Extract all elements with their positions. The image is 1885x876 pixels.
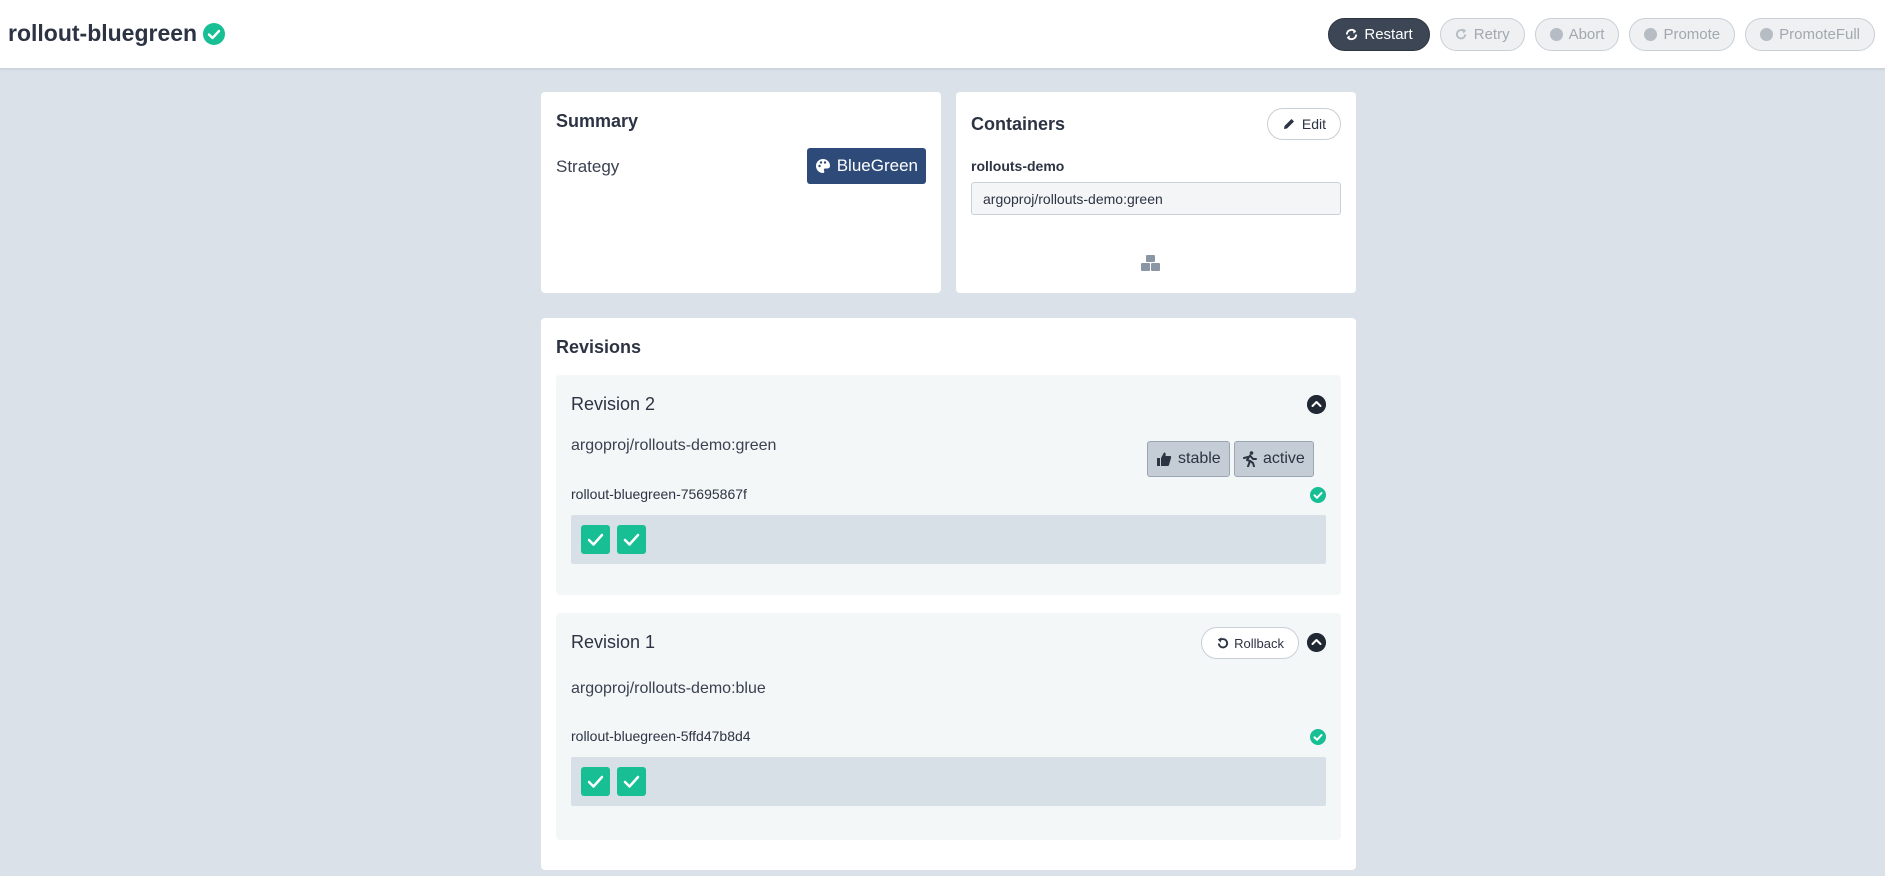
healthy-status-icon: [1310, 729, 1326, 745]
revision-image: argoproj/rollouts-demo:blue: [571, 680, 766, 697]
revision-item: Revision 2 argoproj/rollouts-demo:green …: [556, 375, 1341, 595]
page-title: rollout-bluegreen: [8, 20, 226, 47]
replicaset-name: rollout-bluegreen-75695867f: [571, 486, 747, 502]
pod-status[interactable]: [581, 525, 610, 554]
thumbs-up-icon: [1157, 452, 1172, 466]
containers-title: Containers: [971, 114, 1066, 134]
top-header: rollout-bluegreen Restart Retry Abort Pr…: [0, 0, 1885, 69]
pod-status[interactable]: [617, 525, 646, 554]
check-icon: [587, 775, 604, 788]
summary-card: Summary Strategy BlueGreen: [541, 92, 941, 293]
pod-status[interactable]: [617, 767, 646, 796]
containers-card: Containers Edit rollouts-demo argoproj/r…: [956, 92, 1356, 293]
replicaset-name: rollout-bluegreen-5ffd47b8d4: [571, 728, 751, 744]
rollback-button[interactable]: Rollback: [1201, 627, 1299, 659]
rollout-name: rollout-bluegreen: [8, 20, 198, 46]
pod-list: [571, 757, 1326, 806]
chevron-circle-up-icon[interactable]: [1307, 633, 1326, 652]
revisions-title: Revisions: [556, 337, 642, 357]
chevron-circle-up-icon[interactable]: [1307, 395, 1326, 414]
container-name: rollouts-demo: [971, 158, 1065, 174]
promote-button[interactable]: Promote: [1629, 18, 1736, 51]
edit-containers-button[interactable]: Edit: [1266, 108, 1341, 140]
check-icon: [623, 775, 640, 788]
revision-item: Revision 1 Rollback argoproj/rollouts-de…: [556, 613, 1341, 840]
revision-title: Revision 1: [571, 632, 656, 652]
check-icon: [623, 533, 640, 546]
pod-list: [571, 515, 1326, 564]
container-image-field[interactable]: argoproj/rollouts-demo:green: [971, 182, 1341, 215]
restart-label: Restart: [1364, 26, 1413, 43]
exclamation-circle-icon: [1549, 28, 1563, 41]
stable-label: stable: [1178, 450, 1221, 467]
revision-title: Revision 2: [571, 394, 656, 414]
promote-full-label: PromoteFull: [1779, 26, 1860, 43]
running-icon: [1243, 451, 1257, 467]
pencil-icon: [1283, 119, 1294, 129]
chevron-circle-up-icon: [1644, 28, 1658, 41]
cubes-icon: [1141, 255, 1160, 271]
sync-icon: [1346, 28, 1358, 41]
healthy-status-icon: [203, 22, 226, 45]
restart-button[interactable]: Restart: [1328, 18, 1430, 51]
arrow-circle-up-icon: [1760, 28, 1774, 41]
check-icon: [587, 533, 604, 546]
active-label: active: [1263, 450, 1305, 467]
strategy-value: BlueGreen: [836, 156, 918, 175]
summary-title: Summary: [556, 111, 639, 131]
container-image-value: argoproj/rollouts-demo:green: [983, 190, 1163, 207]
revisions-card: Revisions Revision 2 argoproj/rollouts-d…: [541, 318, 1356, 870]
rollout-actions: Restart Retry Abort Promote PromoteFull: [1328, 18, 1875, 51]
revision-image: argoproj/rollouts-demo:green: [571, 437, 777, 454]
promote-full-button[interactable]: PromoteFull: [1745, 18, 1875, 51]
undo-icon: [1217, 636, 1229, 648]
palette-icon: [815, 159, 830, 173]
stable-badge: stable: [1147, 441, 1230, 477]
promote-label: Promote: [1663, 26, 1721, 43]
active-badge: active: [1234, 441, 1314, 477]
healthy-status-icon: [1310, 487, 1326, 503]
retry-label: Retry: [1473, 26, 1510, 43]
strategy-label: Strategy: [556, 157, 620, 176]
redo-icon: [1455, 28, 1466, 40]
retry-button[interactable]: Retry: [1439, 18, 1525, 51]
abort-label: Abort: [1568, 26, 1605, 43]
rollback-label: Rollback: [1234, 635, 1284, 651]
edit-label: Edit: [1301, 116, 1326, 132]
pod-status[interactable]: [581, 767, 610, 796]
abort-button[interactable]: Abort: [1534, 18, 1620, 51]
strategy-badge: BlueGreen: [806, 148, 926, 184]
